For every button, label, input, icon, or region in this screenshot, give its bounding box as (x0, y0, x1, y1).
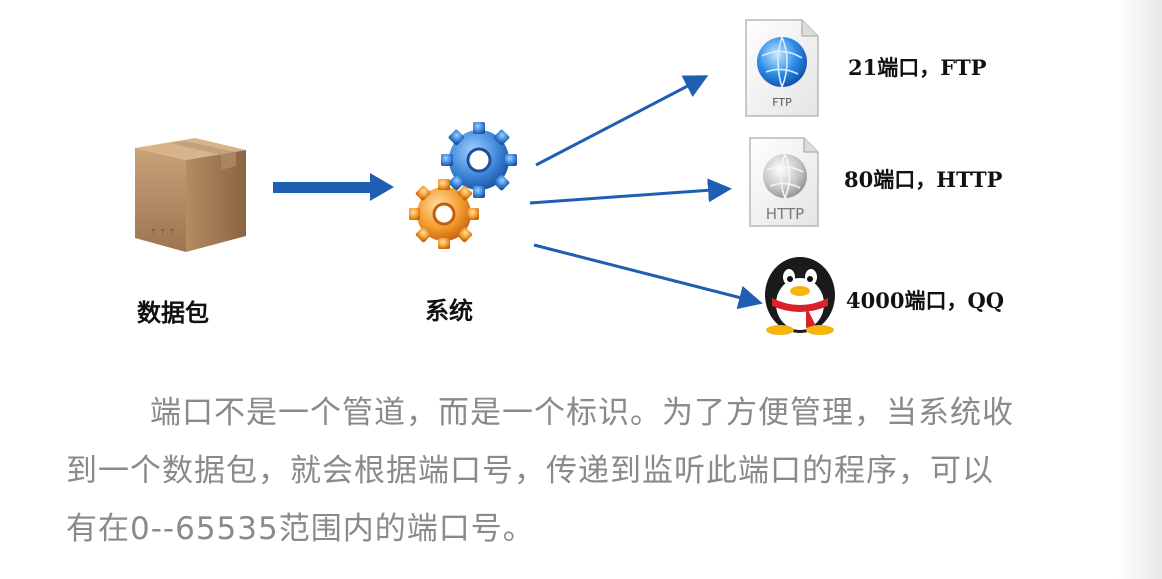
paragraph-line: 端口不是一个管道，而是一个标识。为了方便管理，当系统收 (150, 395, 1014, 431)
system-label: 系统 (425, 297, 473, 325)
gears-icon (409, 122, 517, 249)
svg-text:⇡ ⇡ ⇡: ⇡ ⇡ ⇡ (150, 228, 175, 237)
port-label-ftp: 21端口，FTP (848, 55, 987, 80)
paragraph-line: 有在0--65535范围内的端口号。 (66, 511, 535, 547)
arrow-to-ftp (535, 75, 709, 167)
cardboard-box-icon: ⇡ ⇡ ⇡ (135, 138, 246, 252)
ftp-icon-text: FTP (772, 96, 792, 109)
qq-penguin-icon (765, 257, 835, 335)
http-icon-text: HTTP (766, 205, 804, 223)
packet-label: 数据包 (137, 299, 209, 327)
packet-to-system-arrow (273, 173, 394, 201)
port-label-qq: 4000端口，QQ (846, 288, 1005, 313)
http-file-icon: HTTP (749, 137, 819, 227)
arrow-to-qq (533, 243, 763, 310)
arrow-to-http (529, 178, 732, 205)
paragraph-line: 到一个数据包，就会根据端口号，传递到监听此端口的程序，可以 (66, 453, 994, 489)
port-label-http: 80端口，HTTP (844, 167, 1003, 192)
ftp-file-icon: FTP (745, 19, 819, 117)
explanation-paragraph: 端口不是一个管道，而是一个标识。为了方便管理，当系统收 到一个数据包，就会根据端… (66, 384, 1106, 558)
